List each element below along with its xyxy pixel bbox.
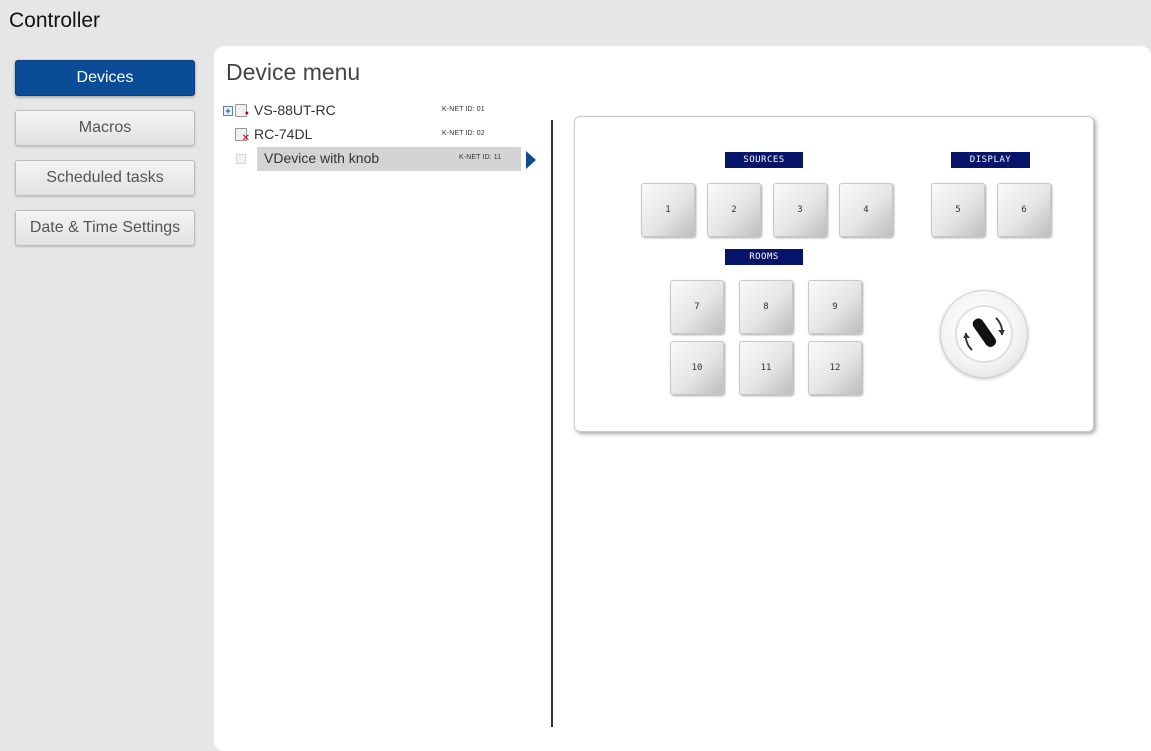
- rooms-label: ROOMS: [725, 249, 803, 265]
- nav-scheduled-tasks-button[interactable]: Scheduled tasks: [15, 160, 195, 196]
- knet-id-label: K-NET ID: 01: [442, 106, 485, 113]
- splitter[interactable]: [551, 120, 553, 727]
- nav-macros-button[interactable]: Macros: [15, 110, 195, 146]
- expand-plus-icon[interactable]: +: [223, 106, 233, 116]
- rotary-knob[interactable]: [940, 290, 1028, 378]
- device-tree: + ● VS-88UT-RC K-NET ID: 01 ✕ RC-74DL K-…: [223, 101, 523, 173]
- page-title: Device menu: [226, 59, 361, 85]
- source-key-3[interactable]: 3: [773, 183, 827, 237]
- room-key-8[interactable]: 8: [739, 280, 793, 334]
- device-panel: SOURCES DISPLAY ROOMS 1 2 3 4 5 6 7 8 9 …: [574, 116, 1094, 432]
- knet-id-label: K-NET ID: 02: [442, 130, 485, 137]
- tree-item-name: VDevice with knob: [264, 150, 380, 166]
- source-key-1[interactable]: 1: [641, 183, 695, 237]
- room-key-11[interactable]: 11: [739, 341, 793, 395]
- sources-label: SOURCES: [725, 152, 803, 168]
- tree-item-vs-88ut-rc[interactable]: + ● VS-88UT-RC K-NET ID: 01: [223, 101, 523, 125]
- room-key-9[interactable]: 9: [808, 280, 862, 334]
- rotary-knob-icon: [955, 305, 1013, 363]
- app-title: Controller: [9, 9, 101, 32]
- knet-id-label: K-NET ID: 11: [459, 154, 502, 161]
- display-label: DISPLAY: [951, 152, 1030, 168]
- panel-expand-arrow-icon[interactable]: [526, 151, 536, 169]
- tree-item-name: VS-88UT-RC: [254, 102, 336, 118]
- main-panel: Device menu + ● VS-88UT-RC K-NET ID: 01 …: [214, 46, 1151, 751]
- tree-item-rc-74dl[interactable]: ✕ RC-74DL K-NET ID: 02: [223, 125, 523, 149]
- sidebar: Devices Macros Scheduled tasks Date & Ti…: [15, 60, 195, 260]
- display-key-6[interactable]: 6: [997, 183, 1051, 237]
- grid-icon: [236, 154, 246, 164]
- source-key-4[interactable]: 4: [839, 183, 893, 237]
- tree-item-name: RC-74DL: [254, 126, 313, 142]
- room-key-12[interactable]: 12: [808, 341, 862, 395]
- display-key-5[interactable]: 5: [931, 183, 985, 237]
- room-key-7[interactable]: 7: [670, 280, 724, 334]
- room-key-10[interactable]: 10: [670, 341, 724, 395]
- device-icon: ●: [235, 104, 249, 117]
- device-error-icon: ✕: [235, 128, 250, 144]
- tree-item-vdevice-with-knob[interactable]: VDevice with knob K-NET ID: 11: [223, 147, 523, 173]
- nav-date-time-settings-button[interactable]: Date & Time Settings: [15, 210, 195, 246]
- source-key-2[interactable]: 2: [707, 183, 761, 237]
- nav-devices-button[interactable]: Devices: [15, 60, 195, 96]
